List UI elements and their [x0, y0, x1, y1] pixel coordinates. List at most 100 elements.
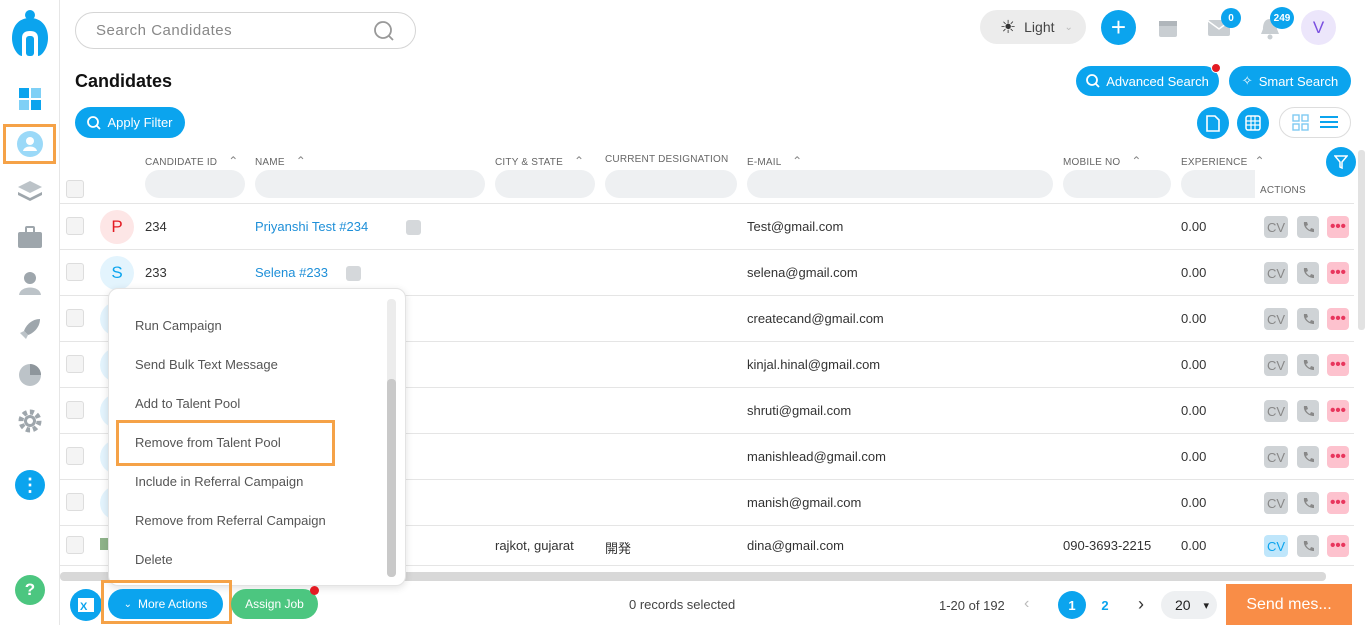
menu-item[interactable]: Run Campaign: [135, 318, 222, 333]
row-checkbox[interactable]: [66, 447, 84, 465]
remove-talent-pool-highlight: [116, 420, 335, 466]
filter-city[interactable]: [495, 170, 595, 198]
menu-item[interactable]: Include in Referral Campaign: [135, 474, 303, 489]
filter-email[interactable]: [747, 170, 1053, 198]
filter-mobile[interactable]: [1063, 170, 1171, 198]
filter-experience[interactable]: [1181, 170, 1255, 198]
header-mobile[interactable]: MOBILE NO ⌃: [1063, 154, 1142, 168]
search-placeholder: Search Candidates: [96, 22, 233, 39]
more-options-icon[interactable]: •••: [1327, 492, 1349, 514]
phone-icon[interactable]: [1297, 216, 1319, 238]
page-1-button[interactable]: 1: [1058, 591, 1086, 619]
search-input[interactable]: Search Candidates: [75, 12, 416, 49]
apply-filter-button[interactable]: Apply Filter: [75, 107, 185, 138]
row-checkbox[interactable]: [66, 309, 84, 327]
menu-item[interactable]: Remove from Referral Campaign: [135, 513, 326, 528]
assign-job-dot: [310, 586, 319, 595]
app-logo[interactable]: [10, 10, 50, 56]
smart-search-button[interactable]: ✧ Smart Search: [1229, 66, 1351, 96]
more-options-icon[interactable]: •••: [1327, 308, 1349, 330]
header-name[interactable]: NAME ⌃: [255, 154, 306, 168]
theme-toggle[interactable]: ☀ Light ⌄: [980, 10, 1086, 44]
row-checkbox[interactable]: [66, 401, 84, 419]
cv-button[interactable]: CV: [1264, 535, 1288, 557]
card-view-icon[interactable]: [1292, 114, 1309, 136]
prev-page-icon[interactable]: ‹: [1024, 595, 1029, 613]
row-checkbox[interactable]: [66, 217, 84, 235]
page-size-select[interactable]: 20 ▾: [1161, 591, 1217, 619]
vertical-scrollbar[interactable]: [1358, 150, 1365, 330]
more-options-icon[interactable]: •••: [1327, 446, 1349, 468]
briefcase-icon[interactable]: [17, 224, 43, 250]
next-page-icon[interactable]: ›: [1138, 594, 1144, 615]
resume-icon[interactable]: [346, 266, 362, 281]
candidate-name-link[interactable]: Selena #233: [255, 265, 328, 280]
candidate-name-link[interactable]: Priyanshi Test #234: [255, 219, 368, 234]
excel-export-icon[interactable]: X: [70, 589, 102, 621]
chevron-down-icon: ⌄: [1064, 21, 1073, 33]
row-checkbox[interactable]: [66, 536, 84, 554]
menu-item[interactable]: Add to Talent Pool: [135, 396, 240, 411]
more-menu-icon[interactable]: ⋮: [15, 470, 45, 500]
more-actions-button[interactable]: ⌄ More Actions: [108, 589, 223, 619]
filter-candidate-id[interactable]: [145, 170, 245, 198]
header-email[interactable]: E-MAIL ⌃: [747, 154, 802, 168]
layers-icon[interactable]: [17, 179, 43, 205]
phone-icon[interactable]: [1297, 492, 1319, 514]
cv-button[interactable]: CV: [1264, 446, 1288, 468]
settings-gear-icon[interactable]: [17, 408, 43, 434]
filter-name[interactable]: [255, 170, 485, 198]
cv-button[interactable]: CV: [1264, 308, 1288, 330]
phone-icon[interactable]: [1297, 446, 1319, 468]
user-avatar[interactable]: V: [1301, 10, 1336, 45]
calendar-icon[interactable]: [1158, 18, 1178, 43]
phone-icon[interactable]: [1297, 354, 1319, 376]
grid-table-icon[interactable]: [1237, 107, 1269, 139]
phone-icon[interactable]: [1297, 308, 1319, 330]
column-filter-icon[interactable]: [1326, 147, 1356, 177]
cv-button[interactable]: CV: [1264, 262, 1288, 284]
row-checkbox[interactable]: [66, 493, 84, 511]
assign-job-button[interactable]: Assign Job: [231, 589, 318, 619]
header-city-state[interactable]: CITY & STATE ⌃: [495, 154, 584, 168]
more-options-icon[interactable]: •••: [1327, 400, 1349, 422]
more-options-icon[interactable]: •••: [1327, 262, 1349, 284]
cv-button[interactable]: CV: [1264, 216, 1288, 238]
header-designation[interactable]: CURRENT DESIGNATION: [605, 154, 728, 165]
view-switch: [1279, 107, 1351, 138]
more-options-icon[interactable]: •••: [1327, 535, 1349, 557]
reports-pie-icon[interactable]: [17, 362, 43, 388]
list-view-icon[interactable]: [1320, 115, 1338, 135]
page-2-button[interactable]: 2: [1091, 591, 1119, 619]
more-options-icon[interactable]: •••: [1327, 216, 1349, 238]
experience: 0.00: [1181, 219, 1207, 234]
cv-button[interactable]: CV: [1264, 400, 1288, 422]
send-message-button[interactable]: Send mes...: [1226, 584, 1352, 625]
phone-icon[interactable]: [1297, 262, 1319, 284]
user-tie-icon[interactable]: [17, 270, 43, 296]
candidates-icon[interactable]: [17, 131, 43, 157]
select-all-checkbox[interactable]: [66, 180, 84, 198]
add-icon[interactable]: +: [1101, 10, 1136, 45]
cv-button[interactable]: CV: [1264, 492, 1288, 514]
phone-icon[interactable]: [1297, 400, 1319, 422]
row-checkbox[interactable]: [66, 355, 84, 373]
cv-button[interactable]: CV: [1264, 354, 1288, 376]
dashboard-icon[interactable]: [17, 86, 43, 112]
advanced-search-button[interactable]: Advanced Search: [1076, 66, 1219, 96]
filter-designation[interactable]: [605, 170, 737, 198]
header-candidate-id[interactable]: CANDIDATE ID ⌃: [145, 154, 238, 168]
rocket-icon[interactable]: [17, 316, 43, 342]
menu-item[interactable]: Delete: [135, 552, 173, 567]
help-icon[interactable]: ?: [15, 575, 45, 605]
menu-item[interactable]: Send Bulk Text Message: [135, 357, 278, 372]
experience: 0.00: [1181, 538, 1207, 553]
document-icon[interactable]: [1197, 107, 1229, 139]
phone-icon[interactable]: [1297, 535, 1319, 557]
row-checkbox[interactable]: [66, 263, 84, 281]
more-options-icon[interactable]: •••: [1327, 354, 1349, 376]
menu-scrollbar[interactable]: [387, 299, 396, 577]
resume-icon[interactable]: [405, 220, 421, 235]
apply-filter-label: Apply Filter: [107, 115, 173, 130]
header-experience[interactable]: EXPERIENCE ⌃: [1181, 154, 1265, 168]
